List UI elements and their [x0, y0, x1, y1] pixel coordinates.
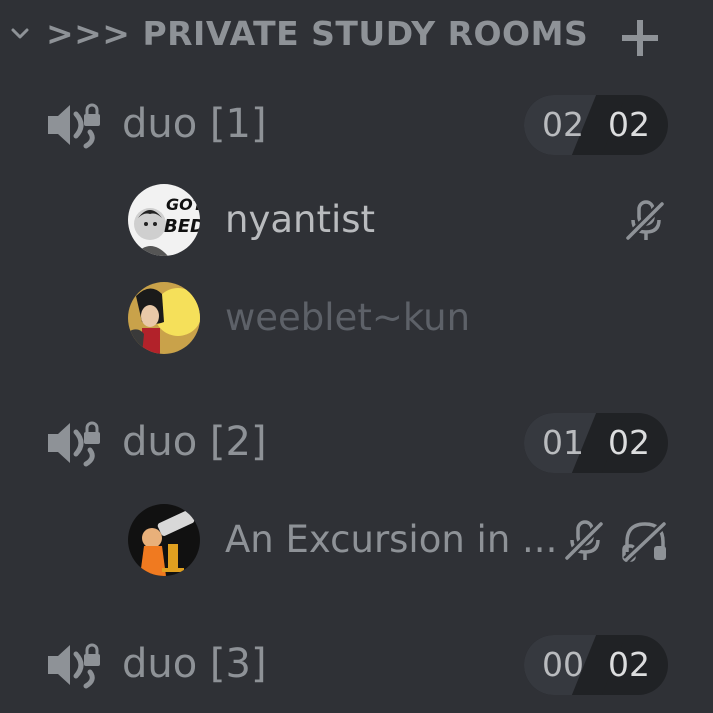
- locked-voice-icon: [48, 421, 100, 467]
- locked-voice-icon: [48, 643, 100, 689]
- username: nyantist: [225, 198, 376, 241]
- deafened-headphones-icon: [622, 521, 667, 562]
- avatar[interactable]: [128, 282, 200, 354]
- user-limit: 02: [608, 645, 650, 684]
- username: An Excursion in ...: [225, 518, 558, 561]
- username: weeblet~kun: [225, 296, 471, 339]
- muted-microphone-icon: [564, 520, 603, 561]
- voice-channel-list: >>> PRIVATE STUDY ROOMS duo [1] 02 02 GO…: [0, 0, 713, 713]
- channel-name: duo [1]: [122, 101, 267, 147]
- voice-user-row[interactable]: An Excursion in ...: [0, 500, 713, 580]
- category-header[interactable]: >>> PRIVATE STUDY ROOMS: [0, 0, 713, 70]
- chevron-down-icon[interactable]: [8, 22, 32, 46]
- channel-name: duo [2]: [122, 419, 267, 465]
- user-limit-badge: 00 02: [524, 635, 668, 695]
- user-count: 02: [542, 105, 584, 144]
- svg-text:BED: BED: [164, 216, 200, 237]
- voice-user-row[interactable]: weeblet~kun: [0, 278, 713, 358]
- user-limit-badge: 01 02: [524, 413, 668, 473]
- svg-text:GOT: GOT: [166, 195, 200, 214]
- voice-channel-duo-3[interactable]: duo [3] 00 02: [0, 628, 713, 698]
- channel-name: duo [3]: [122, 641, 267, 687]
- voice-channel-duo-1[interactable]: duo [1] 02 02: [0, 88, 713, 158]
- user-count: 00: [542, 645, 584, 684]
- voice-user-row[interactable]: GOT BED nyantist: [0, 180, 713, 260]
- user-limit-badge: 02 02: [524, 95, 668, 155]
- user-limit: 02: [608, 105, 650, 144]
- avatar[interactable]: [128, 504, 200, 576]
- user-count: 01: [542, 423, 584, 462]
- locked-voice-icon: [48, 103, 100, 149]
- avatar[interactable]: GOT BED: [128, 184, 200, 256]
- voice-channel-duo-2[interactable]: duo [2] 01 02: [0, 406, 713, 476]
- plus-icon[interactable]: [620, 18, 660, 58]
- category-title: >>> PRIVATE STUDY ROOMS: [46, 14, 589, 53]
- user-limit: 02: [608, 423, 650, 462]
- muted-microphone-icon: [625, 200, 664, 241]
